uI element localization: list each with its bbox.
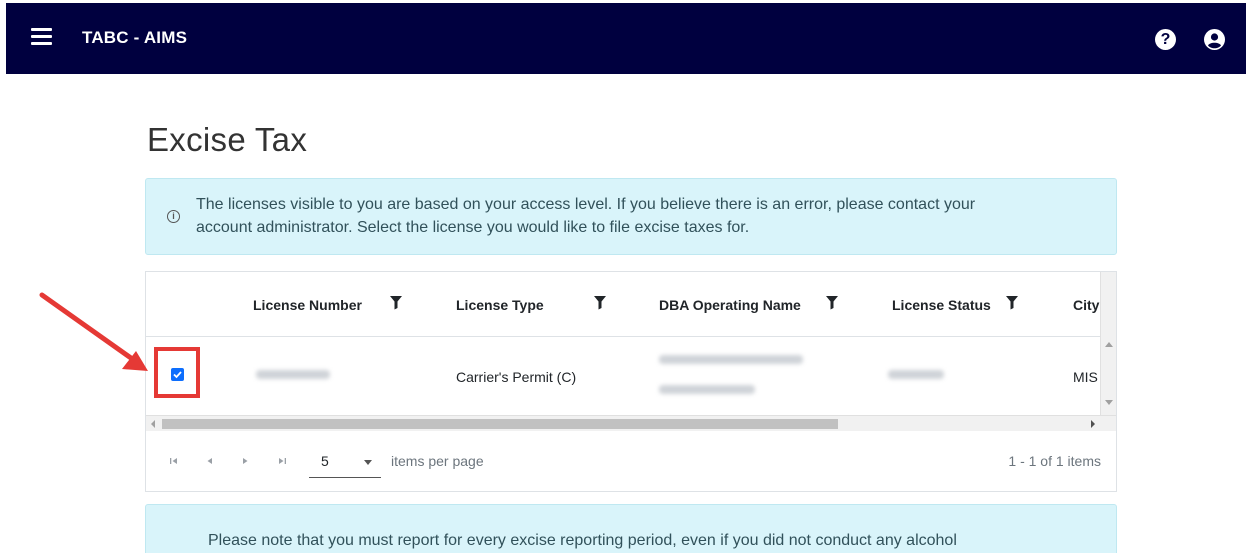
grid-pager: 5 items per page 1 - 1 of 1 items: [146, 432, 1116, 491]
column-header-license-number[interactable]: License Number: [253, 297, 362, 313]
redacted-license-number: [256, 370, 330, 379]
last-page-icon[interactable]: [276, 455, 288, 467]
next-page-icon[interactable]: [239, 455, 251, 467]
license-grid: License Number License Type DBA Operatin…: [145, 271, 1117, 492]
horizontal-scrollbar[interactable]: [146, 415, 1116, 431]
page-size-select[interactable]: 5: [309, 446, 381, 478]
info-alert: i The licenses visible to you are based …: [145, 178, 1117, 255]
note-text: Please note that you must report for eve…: [208, 532, 957, 549]
grid-body: Carrier's Permit (C) MIS: [146, 338, 1100, 415]
note-alert: Please note that you must report for eve…: [145, 504, 1117, 553]
column-header-license-type[interactable]: License Type: [456, 297, 544, 313]
pager-info: 1 - 1 of 1 items: [1008, 453, 1101, 469]
redacted-license-status: [888, 370, 944, 379]
filter-icon[interactable]: [826, 296, 838, 310]
hamburger-menu-icon[interactable]: [31, 28, 52, 46]
grid-header: License Number License Type DBA Operatin…: [146, 272, 1102, 337]
top-navbar: TABC - AIMS ?: [6, 3, 1246, 74]
cell-license-type: Carrier's Permit (C): [456, 369, 577, 385]
redacted-dba-line1: [659, 355, 803, 364]
user-circle-icon[interactable]: [1204, 29, 1225, 50]
first-page-icon[interactable]: [168, 455, 180, 467]
horizontal-scroll-thumb[interactable]: [162, 419, 838, 429]
info-text-line1: The licenses visible to you are based on…: [196, 196, 976, 213]
previous-page-icon[interactable]: [204, 455, 216, 467]
row-select-checkbox[interactable]: [171, 368, 184, 381]
page-title: Excise Tax: [147, 121, 308, 158]
cell-city: MIS: [1073, 369, 1098, 385]
items-per-page-label: items per page: [391, 453, 484, 469]
column-header-license-status[interactable]: License Status: [892, 297, 991, 313]
question-circle-icon[interactable]: ?: [1155, 29, 1176, 50]
info-text-line2: account administrator. Select the licens…: [196, 219, 750, 236]
chevron-down-icon: [364, 460, 372, 465]
scroll-up-icon[interactable]: [1105, 342, 1113, 347]
filter-icon[interactable]: [390, 296, 402, 310]
info-text: The licenses visible to you are based on…: [196, 193, 1096, 239]
column-header-city[interactable]: City: [1073, 297, 1099, 313]
page-size-value: 5: [321, 453, 329, 469]
info-circle-icon: i: [167, 210, 180, 223]
filter-icon[interactable]: [1006, 296, 1018, 310]
redacted-dba-line2: [659, 385, 755, 394]
filter-icon[interactable]: [594, 296, 606, 310]
scroll-down-icon[interactable]: [1105, 400, 1113, 405]
column-header-dba-operating-name[interactable]: DBA Operating Name: [659, 297, 801, 313]
scroll-left-icon[interactable]: [151, 420, 155, 428]
scroll-right-icon[interactable]: [1091, 420, 1095, 428]
vertical-scrollbar[interactable]: [1100, 272, 1116, 415]
app-title[interactable]: TABC - AIMS: [82, 28, 187, 48]
checkmark-icon: [173, 371, 182, 379]
